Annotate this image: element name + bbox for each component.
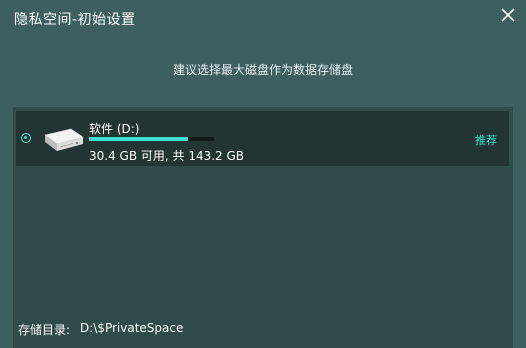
radio-selected-icon[interactable] xyxy=(21,133,31,143)
drive-space-text: 30.4 GB 可用, 共 143.2 GB xyxy=(89,149,245,163)
title-bar: 隐私空间-初始设置 xyxy=(0,0,526,36)
instruction-text: 建议选择最大磁盘作为数据存储盘 xyxy=(172,63,353,77)
window-title: 隐私空间-初始设置 xyxy=(14,12,136,28)
drive-name: 软件 (D:) xyxy=(89,122,140,136)
storage-directory-label: 存储目录: xyxy=(18,323,71,337)
drive-usage-fill xyxy=(89,137,188,141)
storage-directory-path: D:\$PrivateSpace xyxy=(80,321,184,335)
drive-item-d[interactable]: 软件 (D:) 30.4 GB 可用, 共 143.2 GB 推荐 xyxy=(16,111,509,166)
private-space-setup-window: 隐私空间-初始设置 建议选择最大磁盘作为数据存储盘 软件 (D:) 30.4 G… xyxy=(0,0,526,348)
recommended-badge: 推荐 xyxy=(475,134,497,147)
drive-list: 软件 (D:) 30.4 GB 可用, 共 143.2 GB 推荐 xyxy=(13,107,513,348)
close-icon xyxy=(501,8,515,22)
close-button[interactable] xyxy=(500,7,516,23)
drive-usage-bar xyxy=(89,137,214,141)
hard-drive-icon xyxy=(44,128,84,151)
